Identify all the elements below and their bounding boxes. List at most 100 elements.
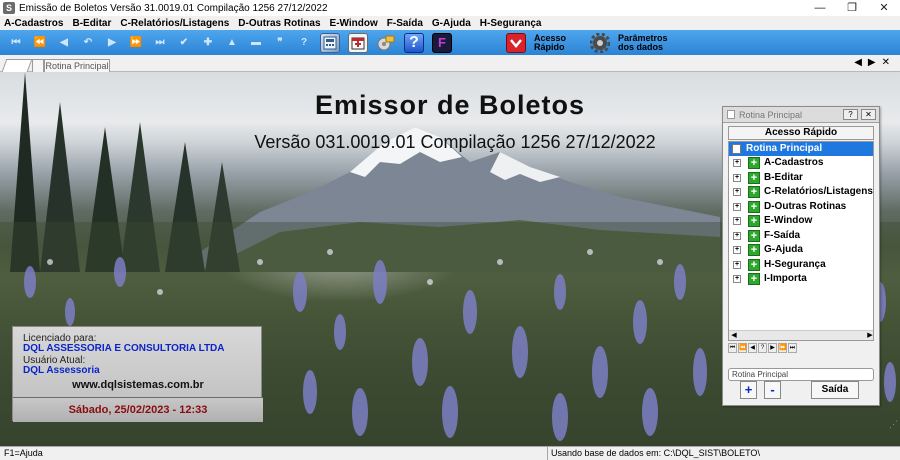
expand-icon[interactable]: + xyxy=(733,232,741,240)
tree-item-editar[interactable]: + + B-Editar xyxy=(729,171,873,185)
menu-cadastros[interactable]: A-Cadastros xyxy=(4,18,63,29)
menu-saida[interactable]: F-Saída xyxy=(387,18,423,29)
nav-help-icon[interactable]: ? xyxy=(758,343,767,353)
tab-blank-2[interactable] xyxy=(32,59,44,72)
panel-button-row: + - Saída xyxy=(723,381,881,401)
exit-button[interactable]: Saída xyxy=(811,381,859,399)
calculator-icon[interactable] xyxy=(318,32,342,54)
calendar-icon[interactable] xyxy=(346,32,370,54)
tab-rotina-principal[interactable]: Rotina Principal xyxy=(44,59,110,72)
help-icon[interactable]: ? xyxy=(402,32,426,54)
menu-ajuda[interactable]: G-Ajuda xyxy=(432,18,471,29)
up-icon[interactable]: ▲ xyxy=(220,32,244,54)
next-record-icon[interactable]: ▶ xyxy=(100,32,124,54)
app-icon: S xyxy=(3,2,15,14)
menu-outras-rotinas[interactable]: D-Outras Rotinas xyxy=(238,18,320,29)
website-link[interactable]: www.dqlsistemas.com.br xyxy=(13,379,263,391)
undo-icon[interactable]: ↶ xyxy=(76,32,100,54)
record-navigator: ⏮ ⏪ ◀ ? ▶ ⏩ ⏭ xyxy=(728,342,874,354)
tab-strip: Rotina Principal ◀▶✕ xyxy=(0,55,900,72)
previous-record-icon[interactable]: ◀ xyxy=(52,32,76,54)
status-help-hint: F1=Ajuda xyxy=(0,446,548,460)
panel-help-button[interactable]: ? xyxy=(843,109,858,120)
expand-icon[interactable]: + xyxy=(733,159,741,167)
panel-header: Acesso Rápido xyxy=(728,126,874,140)
user-value: DQL Assessoria xyxy=(23,365,100,376)
nav-first-icon[interactable]: ⏮ xyxy=(728,343,737,353)
plus-folder-icon: + xyxy=(748,201,760,213)
panel-title: Rotina Principal xyxy=(739,109,803,120)
tab-blank[interactable] xyxy=(1,59,33,72)
restore-button[interactable]: ❐ xyxy=(836,0,868,16)
params-label-line2: dos dados xyxy=(618,41,664,52)
quick-access-label[interactable]: Acesso Rápido xyxy=(534,33,566,52)
tab-scroll-arrows[interactable]: ◀▶✕ xyxy=(854,57,896,68)
tree-item-outras-rotinas[interactable]: + + D-Outras Rotinas xyxy=(729,200,873,214)
expand-icon[interactable]: + xyxy=(733,275,741,283)
status-database-path: Usando base de dados em: C:\DQL_SIST\BOL… xyxy=(551,447,760,458)
close-button[interactable]: ✕ xyxy=(868,0,900,16)
f-logo-icon[interactable]: F xyxy=(430,32,454,54)
tree-item-importa[interactable]: + + I-Importa xyxy=(729,272,873,286)
tree-item-window[interactable]: + + E-Window xyxy=(729,214,873,228)
expand-icon[interactable]: + xyxy=(733,188,741,196)
expand-icon[interactable]: + xyxy=(733,261,741,269)
nav-forward-icon[interactable]: ⏩ xyxy=(778,343,787,353)
tree-item-ajuda[interactable]: + + G-Ajuda xyxy=(729,243,873,257)
tree-item-relatorios[interactable]: + + C-Relatórios/Listagens xyxy=(729,185,873,199)
status-bar: F1=Ajuda Usando base de dados em: C:\DQL… xyxy=(0,446,900,460)
plus-folder-icon: + xyxy=(748,273,760,285)
first-record-icon[interactable]: ⏮ xyxy=(4,32,28,54)
tree-item-label: D-Outras Rotinas xyxy=(764,201,847,212)
tree-item-label: G-Ajuda xyxy=(764,244,803,255)
nav-rewind-icon[interactable]: ⏪ xyxy=(738,343,747,353)
tree-item-label: B-Editar xyxy=(764,172,803,183)
routine-name-field[interactable]: Rotina Principal xyxy=(728,368,874,381)
tree-item-cadastros[interactable]: + + A-Cadastros xyxy=(729,156,873,170)
plus-folder-icon: + xyxy=(748,244,760,256)
resize-grip-icon[interactable]: ⋰ xyxy=(889,419,898,430)
routine-tree[interactable]: Rotina Principal + + A-Cadastros + + B-Edita… xyxy=(728,141,874,341)
menu-relatorios[interactable]: C-Relatórios/Listagens xyxy=(120,18,229,29)
plus-folder-icon: + xyxy=(748,230,760,242)
add-button[interactable]: + xyxy=(740,381,757,399)
minimize-button[interactable]: — xyxy=(804,0,836,16)
license-box: Licenciado para: DQL ASSESSORIA E CONSUL… xyxy=(12,326,263,422)
rewind-icon[interactable]: ⏪ xyxy=(28,32,52,54)
tools-icon[interactable] xyxy=(374,32,398,54)
menu-bar: A-Cadastros B-Editar C-Relatórios/Listag… xyxy=(0,16,900,30)
nav-prev-icon[interactable]: ◀ xyxy=(748,343,757,353)
panel-close-button[interactable]: ✕ xyxy=(861,109,876,120)
scroll-left-icon[interactable]: ◀ xyxy=(729,331,739,340)
params-label[interactable]: Parâmetros dos dados xyxy=(618,33,668,52)
menu-window[interactable]: E-Window xyxy=(330,18,378,29)
menu-seguranca[interactable]: H-Segurança xyxy=(480,18,542,29)
quick-access-icon[interactable] xyxy=(504,32,528,54)
nav-last-icon[interactable]: ⏭ xyxy=(788,343,797,353)
delete-icon[interactable]: ▬ xyxy=(244,32,268,54)
expand-icon[interactable]: + xyxy=(733,217,741,225)
gear-icon[interactable] xyxy=(588,32,612,54)
tree-item-saida[interactable]: + + F-Saída xyxy=(729,229,873,243)
panel-title-bar[interactable]: Rotina Principal ? ✕ xyxy=(723,107,879,123)
expand-icon[interactable]: + xyxy=(733,246,741,254)
insert-icon[interactable]: ✚ xyxy=(196,32,220,54)
quote-icon[interactable]: ❞ xyxy=(268,32,292,54)
nav-next-icon[interactable]: ▶ xyxy=(768,343,777,353)
tree-horizontal-scrollbar[interactable]: ◀ ▶ xyxy=(729,330,873,340)
fast-forward-icon[interactable]: ⏩ xyxy=(124,32,148,54)
confirm-icon[interactable]: ✔ xyxy=(172,32,196,54)
help-small-icon[interactable]: ? xyxy=(292,32,316,54)
last-record-icon[interactable]: ⏭ xyxy=(148,32,172,54)
remove-button[interactable]: - xyxy=(764,381,781,399)
toolbar: ⏮ ⏪ ◀ ↶ ▶ ⏩ ⏭ ✔ ✚ ▲ ▬ ❞ ? ? F Acesso Ráp… xyxy=(0,30,900,55)
tree-item-seguranca[interactable]: + + H-Segurança xyxy=(729,258,873,272)
plus-folder-icon: + xyxy=(748,157,760,169)
expand-icon[interactable]: + xyxy=(733,174,741,182)
scroll-right-icon[interactable]: ▶ xyxy=(865,331,873,340)
tree-root-item[interactable]: Rotina Principal xyxy=(729,142,873,156)
menu-editar[interactable]: B-Editar xyxy=(72,18,111,29)
window-title: Emissão de Boletos Versão 31.0019.01 Com… xyxy=(19,2,328,14)
tree-item-label: I-Importa xyxy=(764,273,807,284)
expand-icon[interactable]: + xyxy=(733,203,741,211)
